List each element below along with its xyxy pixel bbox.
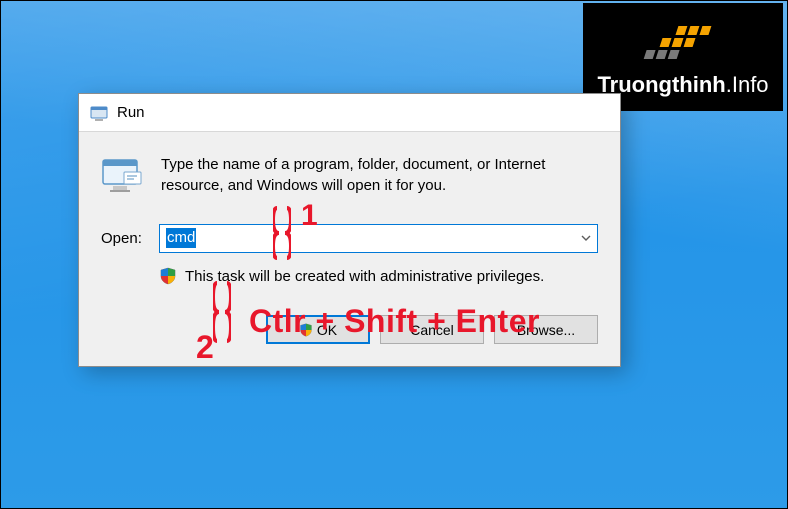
open-label: Open:: [101, 230, 159, 247]
run-title-icon: [89, 103, 109, 123]
shield-icon: [299, 323, 313, 337]
ok-button[interactable]: OK: [266, 315, 370, 344]
titlebar[interactable]: Run: [79, 94, 620, 132]
watermark-logo-icon: [589, 16, 777, 68]
cancel-button[interactable]: Cancel: [380, 315, 484, 344]
run-large-icon: [101, 154, 143, 196]
browse-button[interactable]: Browse...: [494, 315, 598, 344]
watermark-text: Truongthinh.Info: [597, 72, 768, 98]
ok-button-label: OK: [317, 322, 337, 338]
run-dialog: Run Type the name of a program, folder, …: [78, 93, 621, 367]
dialog-title: Run: [117, 104, 145, 121]
shield-icon: [159, 267, 177, 285]
open-input[interactable]: [159, 224, 598, 253]
open-combobox[interactable]: cmd: [159, 224, 598, 253]
chevron-down-icon[interactable]: [580, 231, 592, 247]
dialog-description: Type the name of a program, folder, docu…: [161, 154, 598, 196]
admin-privileges-text: This task will be created with administr…: [185, 268, 544, 285]
button-row: OK Cancel Browse...: [79, 293, 620, 366]
